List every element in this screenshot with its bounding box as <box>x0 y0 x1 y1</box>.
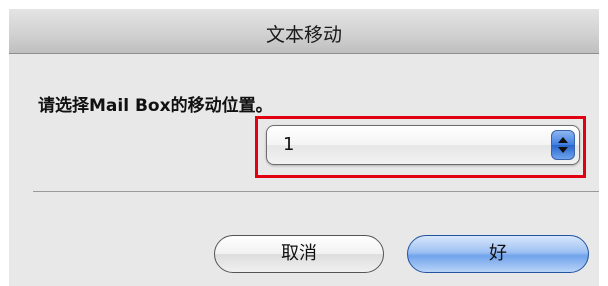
ok-button[interactable]: 好 <box>407 235 589 273</box>
prompt-text: 请选择Mail Box的移动位置。 <box>38 96 273 116</box>
mailbox-position-select[interactable]: 1 <box>266 125 580 165</box>
up-down-arrows-icon[interactable] <box>551 130 575 160</box>
select-value: 1 <box>283 134 295 155</box>
cancel-button[interactable]: 取消 <box>214 235 384 273</box>
divider <box>33 191 599 192</box>
dialog-titlebar[interactable]: 文本移动 <box>9 9 599 54</box>
dialog-title: 文本移动 <box>265 24 342 46</box>
